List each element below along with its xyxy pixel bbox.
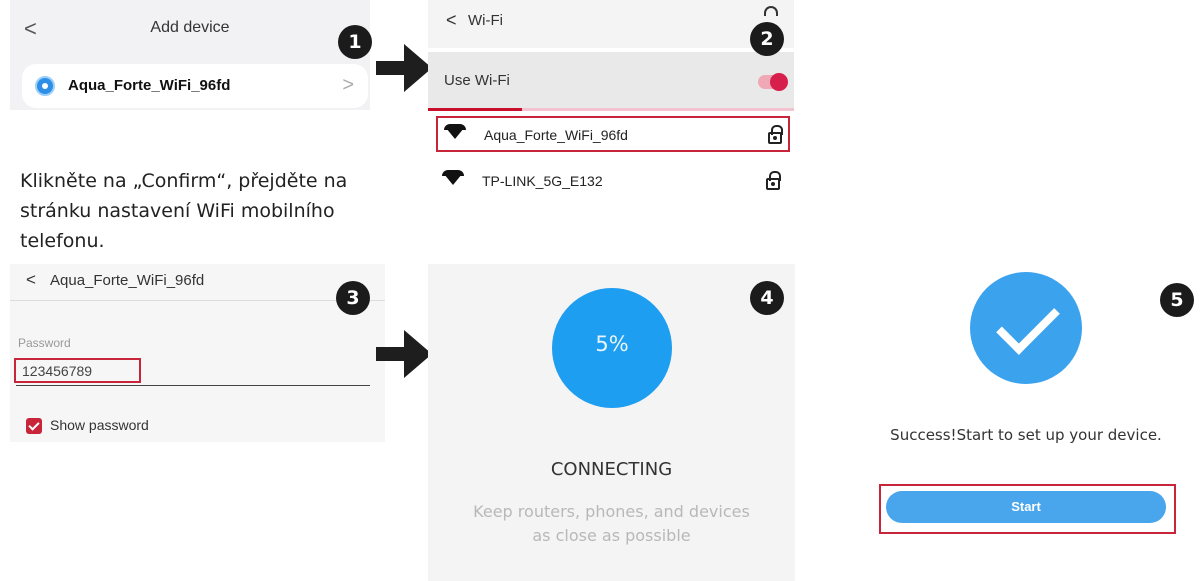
progress-circle: 5%: [552, 288, 672, 408]
wifi-icon: [442, 170, 464, 185]
scan-progress-bar: [428, 108, 794, 111]
wifi-password-screen: < Aqua_Forte_WiFi_96fd Password 12345678…: [10, 264, 385, 442]
wifi-header: < Wi-Fi: [428, 0, 794, 48]
page-title: Add device: [150, 19, 230, 36]
lock-icon: [766, 171, 781, 190]
password-underline: [16, 385, 370, 386]
instruction-caption: Klikněte na „Confirm“, přejděte na strán…: [20, 170, 348, 252]
progress-percent: 5%: [595, 332, 629, 356]
header: < Add device: [10, 0, 370, 56]
arrow-right-icon: [376, 330, 432, 378]
use-wifi-row: Use Wi-Fi: [428, 52, 794, 108]
divider: [10, 300, 385, 301]
device-list-item[interactable]: Aqua_Forte_WiFi_96fd >: [22, 64, 368, 108]
lock-icon: [768, 125, 783, 144]
chevron-left-icon[interactable]: <: [446, 10, 457, 31]
step-badge-1: 1: [338, 25, 372, 59]
hint-line: as close as possible: [532, 526, 691, 545]
connecting-status: CONNECTING: [550, 459, 673, 480]
scan-progress-fill: [428, 108, 522, 111]
use-wifi-label: Use Wi-Fi: [444, 72, 510, 89]
device-name: Aqua_Forte_WiFi_96fd: [68, 77, 231, 94]
step-badge-5: 5: [1160, 283, 1194, 317]
hint-line: Keep routers, phones, and devices: [473, 502, 750, 521]
connecting-hint: Keep routers, phones, and devices as clo…: [448, 500, 775, 548]
add-device-screen: < Add device Aqua_Forte_WiFi_96fd >: [10, 0, 370, 110]
show-password-checkbox[interactable]: [26, 418, 42, 434]
arrow-right-icon: [376, 44, 432, 92]
chevron-right-icon: >: [342, 74, 354, 96]
step-badge-3: 3: [336, 281, 370, 315]
connecting-screen: 5% CONNECTING Keep routers, phones, and …: [428, 264, 795, 581]
password-field[interactable]: 123456789: [14, 358, 141, 383]
page-title: Wi-Fi: [468, 12, 503, 29]
use-wifi-toggle[interactable]: [758, 73, 788, 91]
password-value: 123456789: [22, 363, 93, 379]
device-wifi-icon: [35, 76, 55, 96]
network-name: Aqua_Forte_WiFi_96fd: [484, 127, 628, 143]
step-badge-4: 4: [750, 281, 784, 315]
lock-icon: [764, 6, 778, 16]
toggle-knob: [770, 73, 788, 91]
show-password-label: Show password: [50, 417, 149, 433]
wifi-network-item[interactable]: TP-LINK_5G_E132: [436, 164, 790, 200]
checkmark-icon: [970, 272, 1082, 384]
chevron-left-icon[interactable]: <: [26, 270, 36, 290]
wifi-icon: [444, 124, 466, 139]
success-message: Success!Start to set up your device.: [890, 426, 1162, 444]
start-button[interactable]: Start: [886, 491, 1166, 523]
step-badge-2: 2: [750, 22, 784, 56]
wifi-network-item[interactable]: Aqua_Forte_WiFi_96fd: [436, 116, 790, 152]
password-label: Password: [18, 336, 71, 350]
wifi-settings-screen: < Wi-Fi Use Wi-Fi Aqua_Forte_WiFi_96fd T…: [428, 0, 794, 197]
page-title: Aqua_Forte_WiFi_96fd: [50, 272, 205, 289]
network-name: TP-LINK_5G_E132: [482, 173, 603, 189]
